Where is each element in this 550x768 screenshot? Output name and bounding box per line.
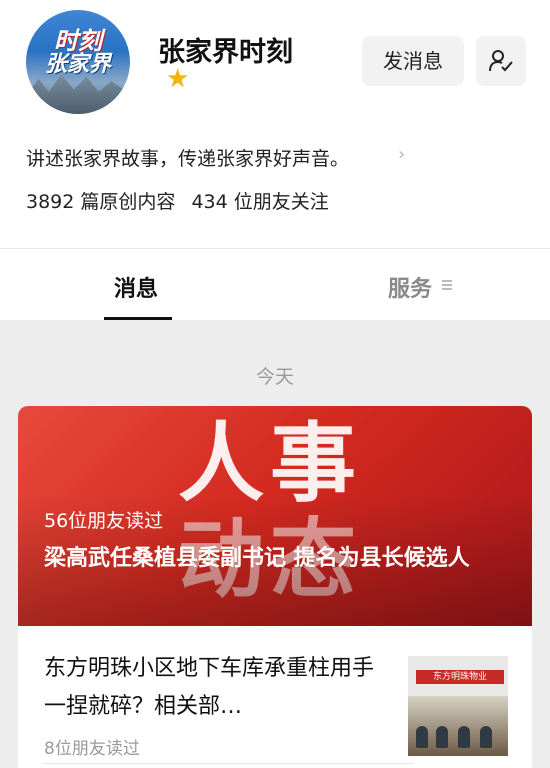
- stats-followers: 434 位朋友关注: [191, 191, 329, 213]
- menu-icon: [442, 280, 452, 290]
- avatar-logo-line1: 时刻: [54, 26, 102, 55]
- hero-title[interactable]: 梁高武任桑植县委副书记 提名为县长候选人: [44, 540, 514, 577]
- account-header: 时刻 张家界 张家界时刻 ★ 发消息 讲述张家界故事，传递张家界好声音。 › 3…: [0, 0, 550, 248]
- tab-messages[interactable]: 消息: [114, 271, 158, 303]
- thumbnail-banner: 东方明珠物业: [416, 670, 504, 684]
- list-divider: [44, 763, 414, 764]
- follow-settings-button[interactable]: [476, 36, 526, 86]
- tab-active-indicator: [104, 317, 172, 320]
- message-card: 人事 动态 56位朋友读过 梁高武任桑植县委副书记 提名为县长候选人 东方明珠小…: [18, 406, 532, 768]
- account-description[interactable]: 讲述张家界故事，传递张家界好声音。: [26, 144, 349, 171]
- star-icon: ★: [166, 64, 190, 94]
- avatar-logo-line2: 张家界: [44, 51, 111, 78]
- account-stats: 3892 篇原创内容 434 位朋友关注: [26, 187, 339, 214]
- date-divider: 今天: [255, 366, 294, 388]
- hero-read-count: 56位朋友读过: [44, 510, 164, 532]
- article-title[interactable]: 东方明珠小区地下车库承重柱用手一捏就碎？相关部…: [44, 650, 390, 726]
- avatar-logo: 时刻 张家界: [34, 28, 122, 76]
- tab-bar: 消息 服务: [0, 248, 550, 320]
- thumbnail-person: [480, 726, 492, 748]
- hero-article[interactable]: 人事 动态 56位朋友读过 梁高武任桑植县委副书记 提名为县长候选人: [18, 406, 532, 626]
- thumbnail-person: [416, 726, 428, 748]
- article-thumbnail[interactable]: 东方明珠物业: [408, 656, 508, 756]
- thumbnail-person: [436, 726, 448, 748]
- follow-settings-icon: [489, 50, 513, 72]
- account-avatar[interactable]: 时刻 张家界: [26, 10, 130, 114]
- article-read-count: 8位朋友读过: [44, 739, 140, 759]
- thumbnail-person: [458, 726, 470, 748]
- tab-services[interactable]: 服务: [388, 271, 432, 303]
- send-message-button[interactable]: 发消息: [362, 36, 464, 86]
- chevron-right-icon[interactable]: ›: [398, 144, 405, 165]
- stats-articles: 3892 篇原创内容: [26, 191, 176, 213]
